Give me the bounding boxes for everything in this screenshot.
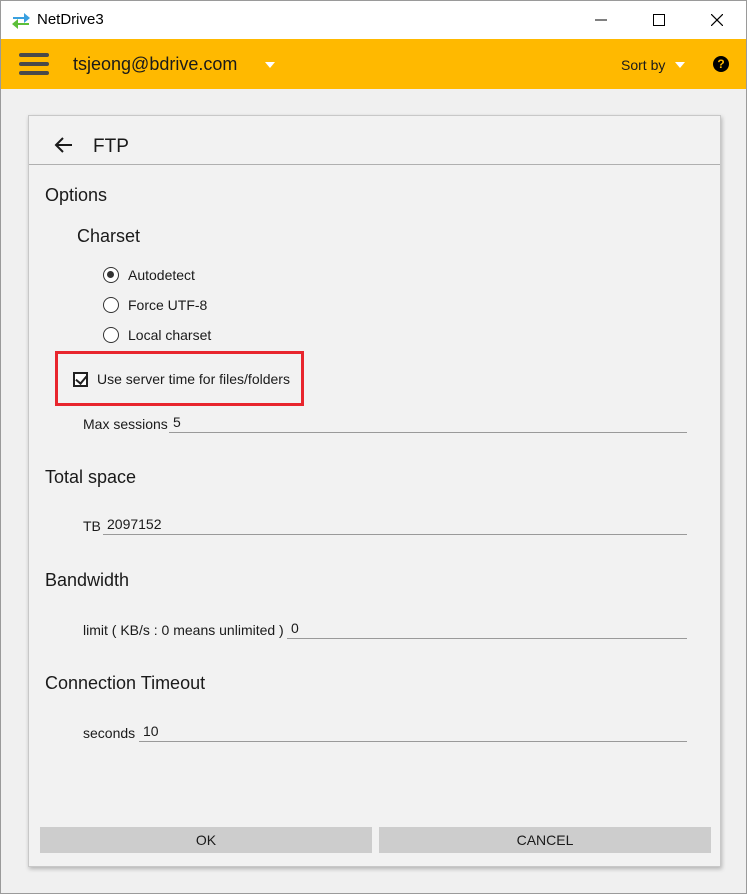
maximize-button[interactable]: [630, 1, 688, 39]
divider: [29, 164, 720, 165]
ok-button[interactable]: OK: [40, 827, 372, 853]
sort-dropdown-icon[interactable]: [675, 62, 685, 68]
back-arrow-icon[interactable]: [53, 134, 75, 156]
window-title: NetDrive3: [37, 11, 104, 28]
panel-title: FTP: [93, 136, 129, 157]
total-space-heading: Total space: [45, 467, 137, 487]
checkbox-label: Use server time for files/folders: [97, 371, 290, 387]
radio-button[interactable]: [103, 267, 119, 283]
charset-heading: Charset: [77, 226, 141, 246]
max-sessions-label: Max sessions: [83, 416, 168, 432]
total-space-input[interactable]: [103, 513, 687, 535]
timeout-input[interactable]: [139, 720, 687, 742]
total-space-label: TB: [83, 518, 101, 534]
bandwidth-heading: Bandwidth: [45, 570, 130, 590]
radio-force-utf8[interactable]: Force UTF-8: [103, 295, 207, 315]
radio-label: Local charset: [128, 327, 212, 343]
minimize-button[interactable]: [572, 1, 630, 39]
server-time-checkbox-row[interactable]: Use server time for files/folders: [73, 371, 290, 387]
app-header: tsjeong@bdrive.com Sort by ?: [1, 39, 746, 89]
timeout-label: seconds: [83, 725, 136, 741]
sort-by-button[interactable]: Sort by: [621, 57, 665, 73]
radio-button[interactable]: [103, 297, 119, 313]
menu-icon[interactable]: [19, 53, 49, 75]
minimize-icon: [595, 19, 607, 21]
connection-timeout-heading: Connection Timeout: [45, 673, 206, 693]
server-time-checkbox[interactable]: [73, 371, 88, 387]
max-sessions-input[interactable]: [169, 411, 687, 433]
radio-label: Force UTF-8: [128, 297, 208, 313]
bandwidth-input[interactable]: [287, 617, 687, 639]
radio-autodetect[interactable]: Autodetect: [103, 265, 195, 285]
radio-button[interactable]: [103, 327, 119, 343]
close-button[interactable]: [688, 1, 746, 39]
options-heading: Options: [45, 185, 108, 205]
maximize-icon: [653, 14, 665, 26]
netdrive-logo-icon: [12, 13, 30, 29]
app-window: NetDrive3 tsjeong@bdrive.com Sort by ? F…: [0, 0, 747, 894]
help-icon[interactable]: ?: [713, 56, 729, 72]
account-email[interactable]: tsjeong@bdrive.com: [73, 54, 237, 75]
radio-label: Autodetect: [128, 267, 195, 283]
radio-local-charset[interactable]: Local charset: [103, 325, 211, 345]
title-bar: NetDrive3: [1, 1, 746, 39]
cancel-button[interactable]: CANCEL: [379, 827, 711, 853]
account-dropdown-icon[interactable]: [265, 62, 275, 68]
close-icon: [711, 14, 723, 26]
bandwidth-label: limit ( KB/s : 0 means unlimited ): [83, 622, 284, 638]
ftp-settings-panel: FTP Options Charset Autodetect Force UTF…: [28, 115, 721, 867]
